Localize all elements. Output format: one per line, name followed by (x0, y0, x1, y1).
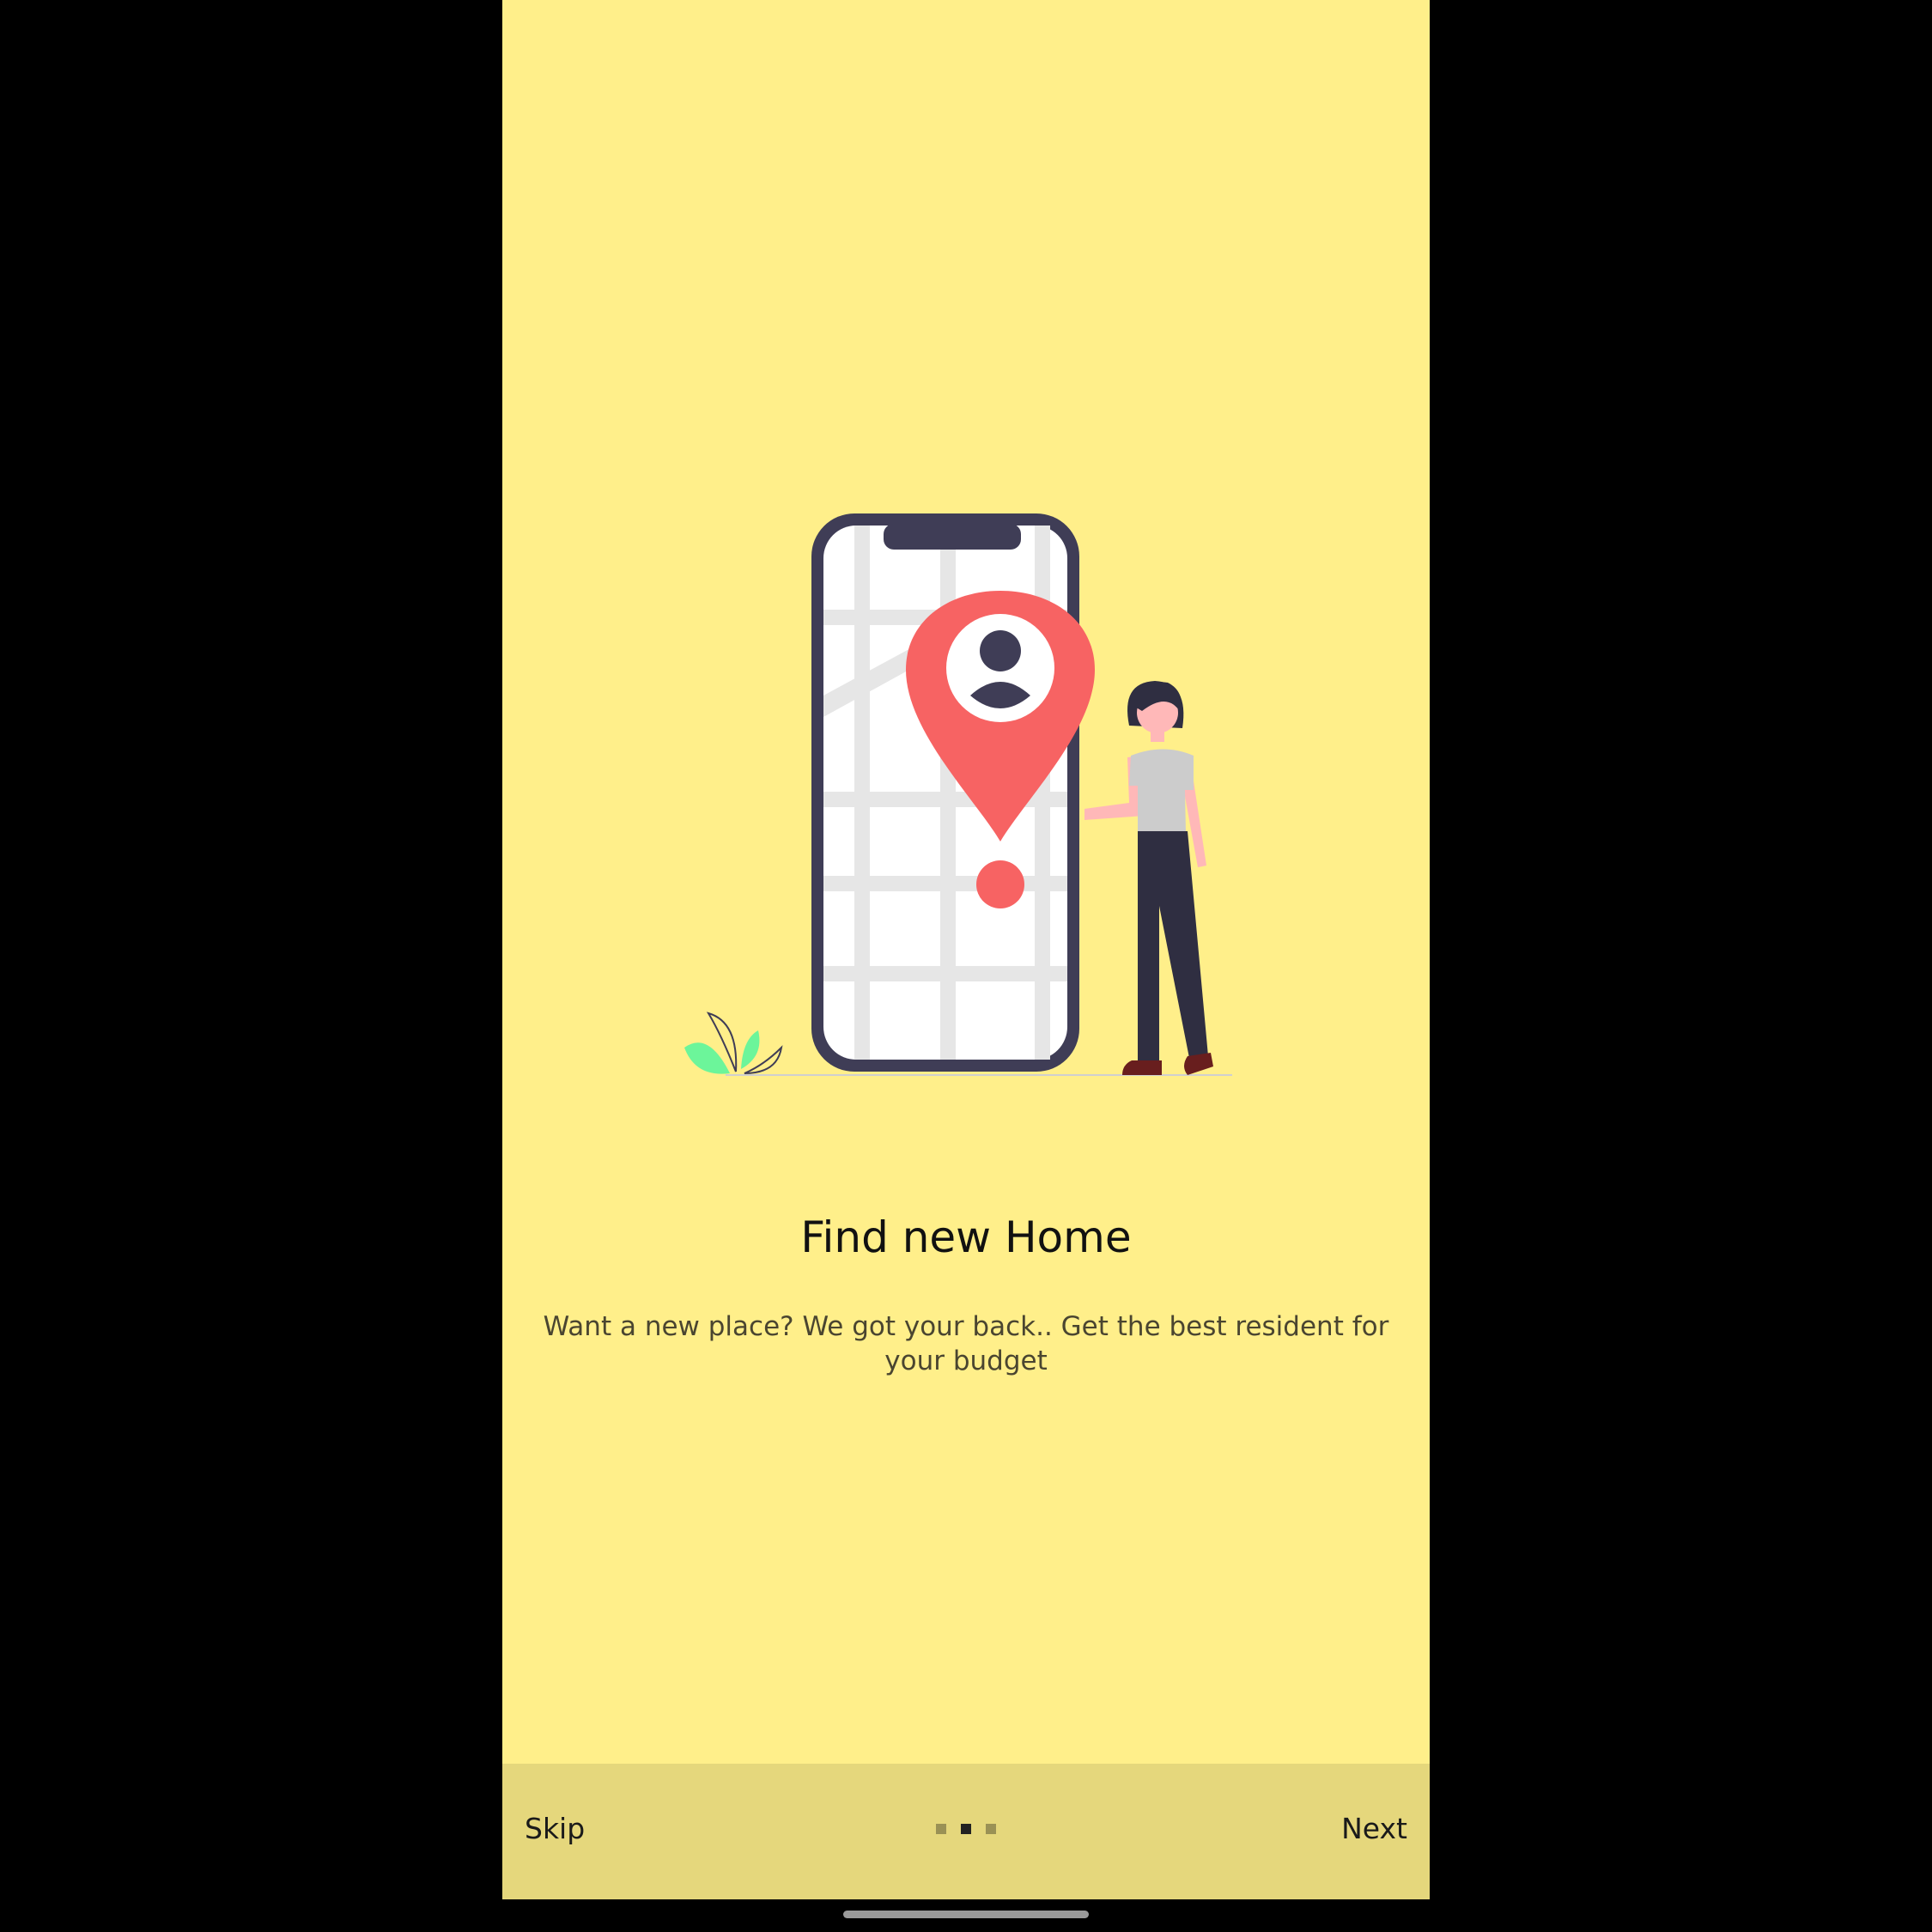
onboarding-description: Want a new place? We got your back.. Get… (543, 1311, 1389, 1376)
phone-icon (811, 513, 1084, 1072)
page-indicator-dot-3[interactable] (986, 1824, 996, 1834)
plant-icon (684, 1012, 783, 1074)
page-indicator (936, 1824, 996, 1834)
page-indicator-dot-1[interactable] (936, 1824, 946, 1834)
woman-icon (1084, 681, 1213, 1075)
phone-map-location-illustration (684, 513, 1232, 1076)
page-indicator-dot-2[interactable] (961, 1824, 971, 1834)
screen: Find new Home Want a new place? We got y… (0, 0, 1932, 1932)
onboarding-navigation-bar: Skip Next (502, 1764, 1430, 1899)
home-indicator[interactable] (843, 1911, 1089, 1918)
onboarding-title: Find new Home (800, 1212, 1132, 1262)
skip-button[interactable]: Skip (525, 1812, 585, 1845)
onboarding-screen: Find new Home Want a new place? We got y… (502, 0, 1430, 1899)
next-button[interactable]: Next (1341, 1812, 1407, 1845)
